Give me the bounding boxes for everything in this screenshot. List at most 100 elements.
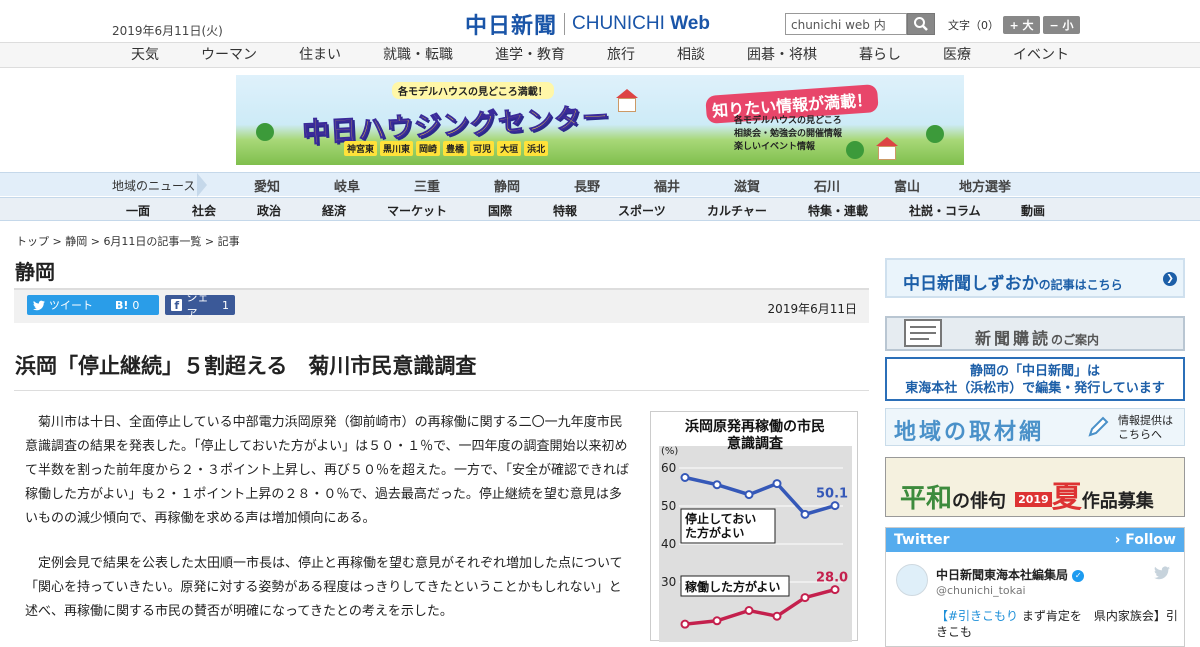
local-network-side-1: 情報提供は xyxy=(1118,414,1173,427)
region-nav-arrow xyxy=(197,173,207,197)
avatar[interactable] xyxy=(896,564,928,596)
region-item-shizuoka[interactable]: 静岡 xyxy=(494,176,520,195)
region-item-gifu[interactable]: 岐阜 xyxy=(334,176,360,195)
cat-item-medical[interactable]: 医療 xyxy=(922,43,992,67)
shizuoka-link-banner[interactable]: 中日新聞しずおかの記事はこちら ❯ xyxy=(885,258,1185,298)
section-item-culture[interactable]: カルチャー xyxy=(707,202,767,219)
local-network-title: 地域の取材網 xyxy=(894,420,1045,445)
section-item-video[interactable]: 動画 xyxy=(1021,202,1045,219)
cat-item-travel[interactable]: 旅行 xyxy=(586,43,656,67)
house-roof xyxy=(876,137,898,146)
region-item-aichi[interactable]: 愛知 xyxy=(254,176,280,195)
section-item-world[interactable]: 国際 xyxy=(488,202,512,219)
cat-item-go-shogi[interactable]: 囲碁・将棋 xyxy=(726,43,838,67)
breadcrumb-top[interactable]: トップ xyxy=(16,235,49,248)
site-logo[interactable]: 中日新聞 CHUNICHI Web xyxy=(465,8,710,40)
subscription-banner[interactable]: 新聞購読のご案内 xyxy=(885,316,1185,351)
chart-y-tick: 40 xyxy=(661,537,676,551)
region-item-fukui[interactable]: 福井 xyxy=(654,176,680,195)
ad-banner-housing-center[interactable]: 各モデルハウスの見どころ満載！ 中日ハウジングセンター 神宮東 黒川東 岡崎 豊… xyxy=(236,75,964,165)
region-item-toyama[interactable]: 富山 xyxy=(894,176,920,195)
region-item-mie[interactable]: 三重 xyxy=(414,176,440,195)
section-item-special-report[interactable]: 特報 xyxy=(553,202,577,219)
tweet-button[interactable]: ツイート xyxy=(27,295,115,315)
section-item-editorial[interactable]: 社説・コラム xyxy=(909,202,981,219)
banner-tag: 岡崎 xyxy=(416,141,441,156)
twitter-account-name[interactable]: 中日新聞東海本社編集局 xyxy=(936,568,1068,582)
chart-y-tick: 30 xyxy=(661,575,676,589)
cat-item-education[interactable]: 進学・教育 xyxy=(474,43,586,67)
chart-y-tick: 50 xyxy=(661,499,676,513)
banner-location-tags: 神宮東 黒川東 岡崎 豊橋 可児 大垣 浜北 xyxy=(344,141,549,156)
section-item-politics[interactable]: 政治 xyxy=(257,202,281,219)
font-smaller-button[interactable]: − 小 xyxy=(1043,16,1080,34)
tokai-branch-banner[interactable]: 静岡の「中日新聞」は 東海本社（浜松市）で編集・発行しています xyxy=(885,357,1185,401)
cat-item-weather[interactable]: 天気 xyxy=(110,43,180,67)
search-input[interactable]: chunichi web 内 xyxy=(785,13,907,35)
peace-haiku-banner[interactable]: 平和の俳句 2019 夏作品募集 xyxy=(885,457,1185,517)
breadcrumb-date-list[interactable]: 6月11日の記事一覧 xyxy=(103,235,201,248)
cat-item-housing[interactable]: 住まい xyxy=(278,43,362,67)
cat-item-jobs[interactable]: 就職・転職 xyxy=(362,43,474,67)
shizuoka-title: 中日新聞しずおか xyxy=(903,274,1039,294)
chart-point xyxy=(680,619,690,629)
twitter-bird-icon xyxy=(1154,566,1170,580)
twitter-follow-button[interactable]: › Follow xyxy=(1115,532,1176,548)
local-network-banner[interactable]: 地域の取材網 情報提供は こちらへ xyxy=(885,408,1185,446)
restart-series-label: 稼働した方がよい xyxy=(685,579,780,594)
banner-tag: 豊橋 xyxy=(443,141,468,156)
region-item-ishikawa[interactable]: 石川 xyxy=(814,176,840,195)
chart-point xyxy=(744,490,754,500)
chart-point xyxy=(800,593,810,603)
region-item-local-election[interactable]: 地方選挙 xyxy=(959,176,1011,195)
logo-divider xyxy=(564,13,566,35)
article-date: 2019年6月11日 xyxy=(767,302,857,316)
font-bigger-button[interactable]: + 大 xyxy=(1003,16,1040,34)
cat-item-event[interactable]: イベント xyxy=(992,43,1090,67)
haiku-season: 夏 xyxy=(1051,480,1082,515)
haiku-year: 2019 xyxy=(1015,492,1052,507)
banner-tag: 可児 xyxy=(470,141,495,156)
breadcrumb: トップ > 静岡 > 6月11日の記事一覧 > 記事 xyxy=(16,235,240,248)
section-item-society[interactable]: 社会 xyxy=(192,202,216,219)
house-illustration xyxy=(878,146,896,160)
banner-feature: 相談会・勉強会の開催情報 xyxy=(734,129,843,139)
section-item-sports[interactable]: スポーツ xyxy=(618,202,666,219)
section-nav: 一面 社会 政治 経済 マーケット 国際 特報 スポーツ カルチャー 特集・連載… xyxy=(0,197,1200,221)
tree-illustration xyxy=(256,123,274,141)
twitter-handle[interactable]: @chunichi_tokai xyxy=(936,584,1026,597)
region-item-shiga[interactable]: 滋賀 xyxy=(734,176,760,195)
article-paragraph: 菊川市は十日、全面停止している中部電力浜岡原発（御前崎市）の再稼働に関する二〇一… xyxy=(25,415,629,526)
house-illustration xyxy=(618,98,636,112)
region-item-nagano[interactable]: 長野 xyxy=(574,176,600,195)
category-nav: 天気 ウーマン 住まい 就職・転職 進学・教育 旅行 相談 囲碁・将棋 暮らし … xyxy=(0,42,1200,68)
banner-tag: 神宮東 xyxy=(344,141,378,156)
facebook-share-button[interactable]: f シェア 1 xyxy=(165,291,235,320)
font-size-label: 文字（0） xyxy=(948,19,999,32)
hatena-bookmark-button[interactable]: B! 0 xyxy=(109,295,159,315)
article-headline: 浜岡「停止継続」５割超える 菊川市民意識調査 xyxy=(15,354,477,378)
section-item-features[interactable]: 特集・連載 xyxy=(808,202,868,219)
section-item-market[interactable]: マーケット xyxy=(387,202,447,219)
haiku-call: 作品募集 xyxy=(1081,491,1154,512)
chart-title: 浜岡原発再稼働の市民意識調査 xyxy=(651,419,859,453)
logo-japanese: 中日新聞 xyxy=(465,13,558,39)
chart-point xyxy=(800,509,810,519)
cat-item-living[interactable]: 暮らし xyxy=(838,43,922,67)
chart-point xyxy=(680,473,690,482)
section-item-economy[interactable]: 経済 xyxy=(322,202,346,219)
region-nav: 地域のニュース 愛知 岐阜 三重 静岡 長野 福井 滋賀 石川 富山 地方選挙 xyxy=(0,172,1200,197)
chart-title-text: 浜岡原発再稼働の市民意識調査 xyxy=(685,419,825,452)
breadcrumb-shizuoka[interactable]: 静岡 xyxy=(65,235,87,248)
tokai-line-1: 静岡の「中日新聞」は xyxy=(969,364,1100,379)
chart-point xyxy=(744,606,754,615)
section-item-front[interactable]: 一面 xyxy=(126,202,150,219)
cat-item-consult[interactable]: 相談 xyxy=(656,43,726,67)
search-button[interactable] xyxy=(907,13,935,35)
tweet-hashtag[interactable]: 【#引きこもり xyxy=(936,609,1018,623)
chart-point xyxy=(772,479,782,489)
cat-item-woman[interactable]: ウーマン xyxy=(180,43,278,67)
twitter-bird-icon xyxy=(33,300,45,310)
tweet-label: ツイート xyxy=(49,299,93,312)
chart-point xyxy=(830,501,840,511)
